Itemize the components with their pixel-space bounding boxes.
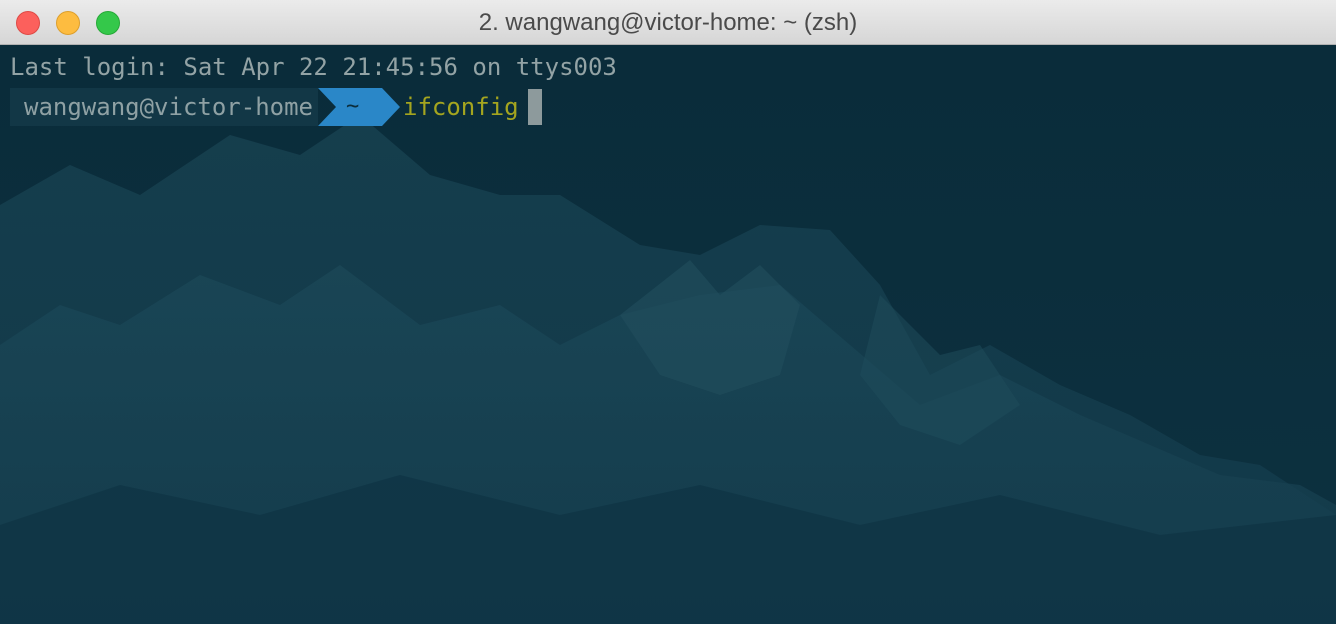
command-input[interactable]: ifconfig <box>403 88 519 126</box>
terminal-window: 2. wangwang@victor-home: ~ (zsh) Last lo… <box>0 0 1336 624</box>
prompt-user-host-segment: wangwang@victor-home <box>10 88 318 126</box>
title-bar[interactable]: 2. wangwang@victor-home: ~ (zsh) <box>0 0 1336 45</box>
last-login-line: Last login: Sat Apr 22 21:45:56 on ttys0… <box>10 53 617 81</box>
terminal-content[interactable]: Last login: Sat Apr 22 21:45:56 on ttys0… <box>0 45 1336 624</box>
mountain-background-image <box>0 45 1336 624</box>
prompt-directory-segment: ~ <box>346 94 360 119</box>
shell-prompt: wangwang@victor-home ~ ifconfig <box>10 88 610 126</box>
text-cursor <box>528 89 542 125</box>
window-title: 2. wangwang@victor-home: ~ (zsh) <box>478 9 858 36</box>
